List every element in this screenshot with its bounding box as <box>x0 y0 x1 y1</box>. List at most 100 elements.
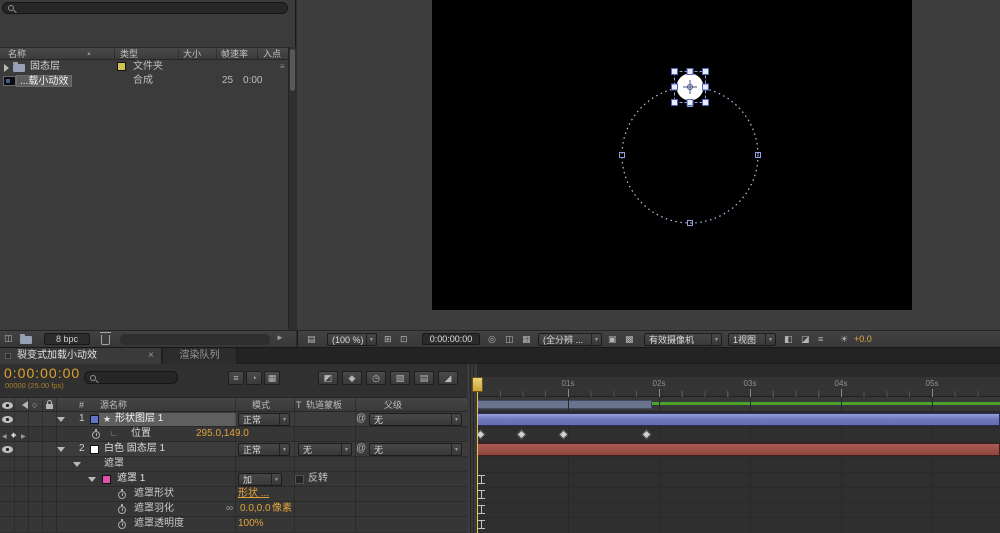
position-property-row[interactable]: ◀ ◆ ▶ ∟ 位置 295.0,149.0 <box>0 427 467 442</box>
column-parent-label[interactable]: 父级 <box>384 398 402 412</box>
keyframe[interactable] <box>641 429 652 440</box>
property-name[interactable]: 遮罩形状 <box>134 487 174 501</box>
snapshot-icon[interactable]: ◎ <box>488 334 496 345</box>
mask-row[interactable]: 遮罩 1 加 反转 <box>0 472 467 487</box>
property-value[interactable]: 100% <box>238 517 264 531</box>
work-area-bar[interactable] <box>477 400 652 409</box>
hide-shy-layers-button[interactable]: ◩ <box>318 371 338 385</box>
scrollbar-thumb[interactable] <box>290 49 295 91</box>
column-trkmat-label[interactable]: 轨道蒙板 <box>306 398 342 412</box>
grid-guides-icon[interactable]: ⊞ <box>384 334 392 345</box>
current-time-display[interactable]: 0:00:00:00 <box>4 365 80 381</box>
brainstorm-button[interactable]: ▧ <box>390 371 410 385</box>
trash-icon[interactable] <box>100 332 111 345</box>
project-scrollbar[interactable] <box>288 47 296 330</box>
mini-flowchart-icon[interactable]: ≡ <box>818 334 823 344</box>
mask-group-row[interactable]: 遮罩 <box>0 457 467 472</box>
trkmat-select[interactable]: 无 <box>298 443 352 456</box>
project-search-input[interactable] <box>19 3 279 13</box>
group-name[interactable]: 遮罩 <box>104 457 124 471</box>
item-name-selected[interactable]: ...载小动效 <box>16 75 73 87</box>
parent-select[interactable]: 无 <box>369 443 462 456</box>
tab-close-icon[interactable]: × <box>148 348 154 363</box>
project-search-box[interactable] <box>2 2 288 14</box>
layer-row-1[interactable]: 1 ★ 形状图层 1 正常 @ 无 <box>0 412 467 427</box>
property-name[interactable]: 位置 <box>131 427 151 441</box>
mask-expand-toggle[interactable] <box>88 477 96 482</box>
layer-row-2[interactable]: 2 白色 固态层 1 正常 无 @ 无 <box>0 442 467 457</box>
layer2-duration-bar[interactable] <box>477 443 1000 456</box>
item-name[interactable]: 固态层 <box>30 60 60 74</box>
timeline-search-input[interactable] <box>101 373 173 383</box>
frame-blending-button[interactable]: ▦ <box>264 371 280 385</box>
label-swatch[interactable] <box>117 62 126 71</box>
property-name[interactable]: 遮罩羽化 <box>134 502 174 516</box>
exposure-value[interactable]: +0.0 <box>854 334 872 344</box>
layer-name[interactable]: 白色 固态层 1 <box>104 442 165 456</box>
camera-select[interactable]: 有效摄像机 <box>644 333 722 346</box>
mask-path-row[interactable]: 遮罩形状 形状 ... <box>0 487 467 502</box>
resolution-select[interactable]: (全分辨 ... <box>538 333 602 346</box>
stopwatch-icon[interactable] <box>118 519 126 529</box>
view-options-icon[interactable]: ▤ <box>307 334 316 345</box>
project-row-comp[interactable]: ...载小动效 合成 25 0:00 <box>0 74 288 88</box>
group-expand-toggle[interactable] <box>73 462 81 467</box>
mask-name[interactable]: 遮罩 1 <box>117 472 145 486</box>
shy-layers-button[interactable]: ◔ <box>246 371 262 385</box>
stopwatch-icon[interactable] <box>118 489 126 499</box>
project-column-header[interactable]: 名称 ▲ 类型 大小 帧速率 入点 <box>0 47 288 60</box>
scroll-right-button[interactable]: ► <box>276 333 284 342</box>
frame-blend-master-button[interactable]: ◆ <box>342 371 362 385</box>
layer-label-swatch[interactable] <box>90 415 99 424</box>
pixel-aspect-icon[interactable]: ◧ <box>784 334 793 345</box>
layer-expand-toggle[interactable] <box>57 447 65 452</box>
timeline-search-box[interactable] <box>84 371 178 384</box>
property-value-link[interactable]: 形状 ... <box>238 487 269 501</box>
keyframe[interactable] <box>477 429 486 440</box>
mode-select[interactable]: 正常 <box>238 413 290 426</box>
layer-expand-toggle[interactable] <box>57 417 65 422</box>
composition-canvas[interactable] <box>432 0 912 310</box>
mode-select[interactable]: 正常 <box>238 443 290 456</box>
mask-color-swatch[interactable] <box>102 475 111 484</box>
project-flowchart-icon[interactable]: ◫ <box>4 333 13 344</box>
constrain-link-icon[interactable]: ∞ <box>226 502 233 516</box>
stopwatch-icon[interactable] <box>92 429 100 439</box>
column-mode-label[interactable]: 模式 <box>252 398 270 412</box>
view-layout-select[interactable]: 1视图 <box>728 333 776 346</box>
graph-include-icon[interactable]: ∟ <box>110 427 118 441</box>
bpc-button[interactable]: 8 bpc <box>44 333 90 345</box>
expand-icon[interactable] <box>4 64 9 72</box>
motion-blur-button[interactable]: ◷ <box>366 371 386 385</box>
keyframe[interactable] <box>516 429 527 440</box>
property-name[interactable]: 遮罩透明度 <box>134 517 184 531</box>
new-folder-icon[interactable] <box>20 334 32 344</box>
property-value[interactable]: 0.0,0.0 <box>240 502 271 516</box>
keyframe[interactable] <box>558 429 569 440</box>
tab-render-queue[interactable]: 渲染队列 <box>163 348 237 364</box>
mask-mode-select[interactable]: 加 <box>238 473 282 486</box>
parent-select[interactable]: 无 <box>369 413 462 426</box>
project-row-folder[interactable]: 固态层 文件夹 ≡ <box>0 60 288 74</box>
zoom-select[interactable]: (100 %) <box>327 333 377 346</box>
mask-opacity-row[interactable]: 遮罩透明度 100% <box>0 517 467 532</box>
layer-name[interactable]: 形状图层 1 <box>115 412 163 426</box>
time-ruler[interactable]: 0s 01s 02s 03s 04s 05s <box>477 377 1000 397</box>
column-source-name-label[interactable]: 源名称 <box>100 398 127 412</box>
layer-visibility-toggle[interactable] <box>2 416 13 423</box>
parent-pickwhip-icon[interactable]: @ <box>356 442 366 456</box>
comp-mini-flowchart-button[interactable]: ≡ <box>228 371 244 385</box>
roi-icon[interactable]: ▣ <box>608 334 617 345</box>
preview-time-button[interactable]: 0:00:00:00 <box>422 333 480 345</box>
auto-keyframe-button[interactable]: ▤ <box>414 371 434 385</box>
show-channels-icon[interactable]: ▦ <box>522 334 531 345</box>
transparency-grid-icon[interactable]: ▩ <box>625 334 634 345</box>
current-time-indicator-handle[interactable] <box>472 377 483 392</box>
tab-composition[interactable]: 裂变式加载小动效 × <box>0 348 162 364</box>
stopwatch-icon[interactable] <box>118 504 126 514</box>
graph-editor-button[interactable]: ◢ <box>438 371 458 385</box>
fast-previews-icon[interactable]: ◪ <box>801 334 810 345</box>
mask-visibility-icon[interactable]: ⊡ <box>400 334 408 345</box>
layer1-duration-bar[interactable] <box>477 413 1000 426</box>
project-hscrollbar[interactable] <box>120 334 270 345</box>
